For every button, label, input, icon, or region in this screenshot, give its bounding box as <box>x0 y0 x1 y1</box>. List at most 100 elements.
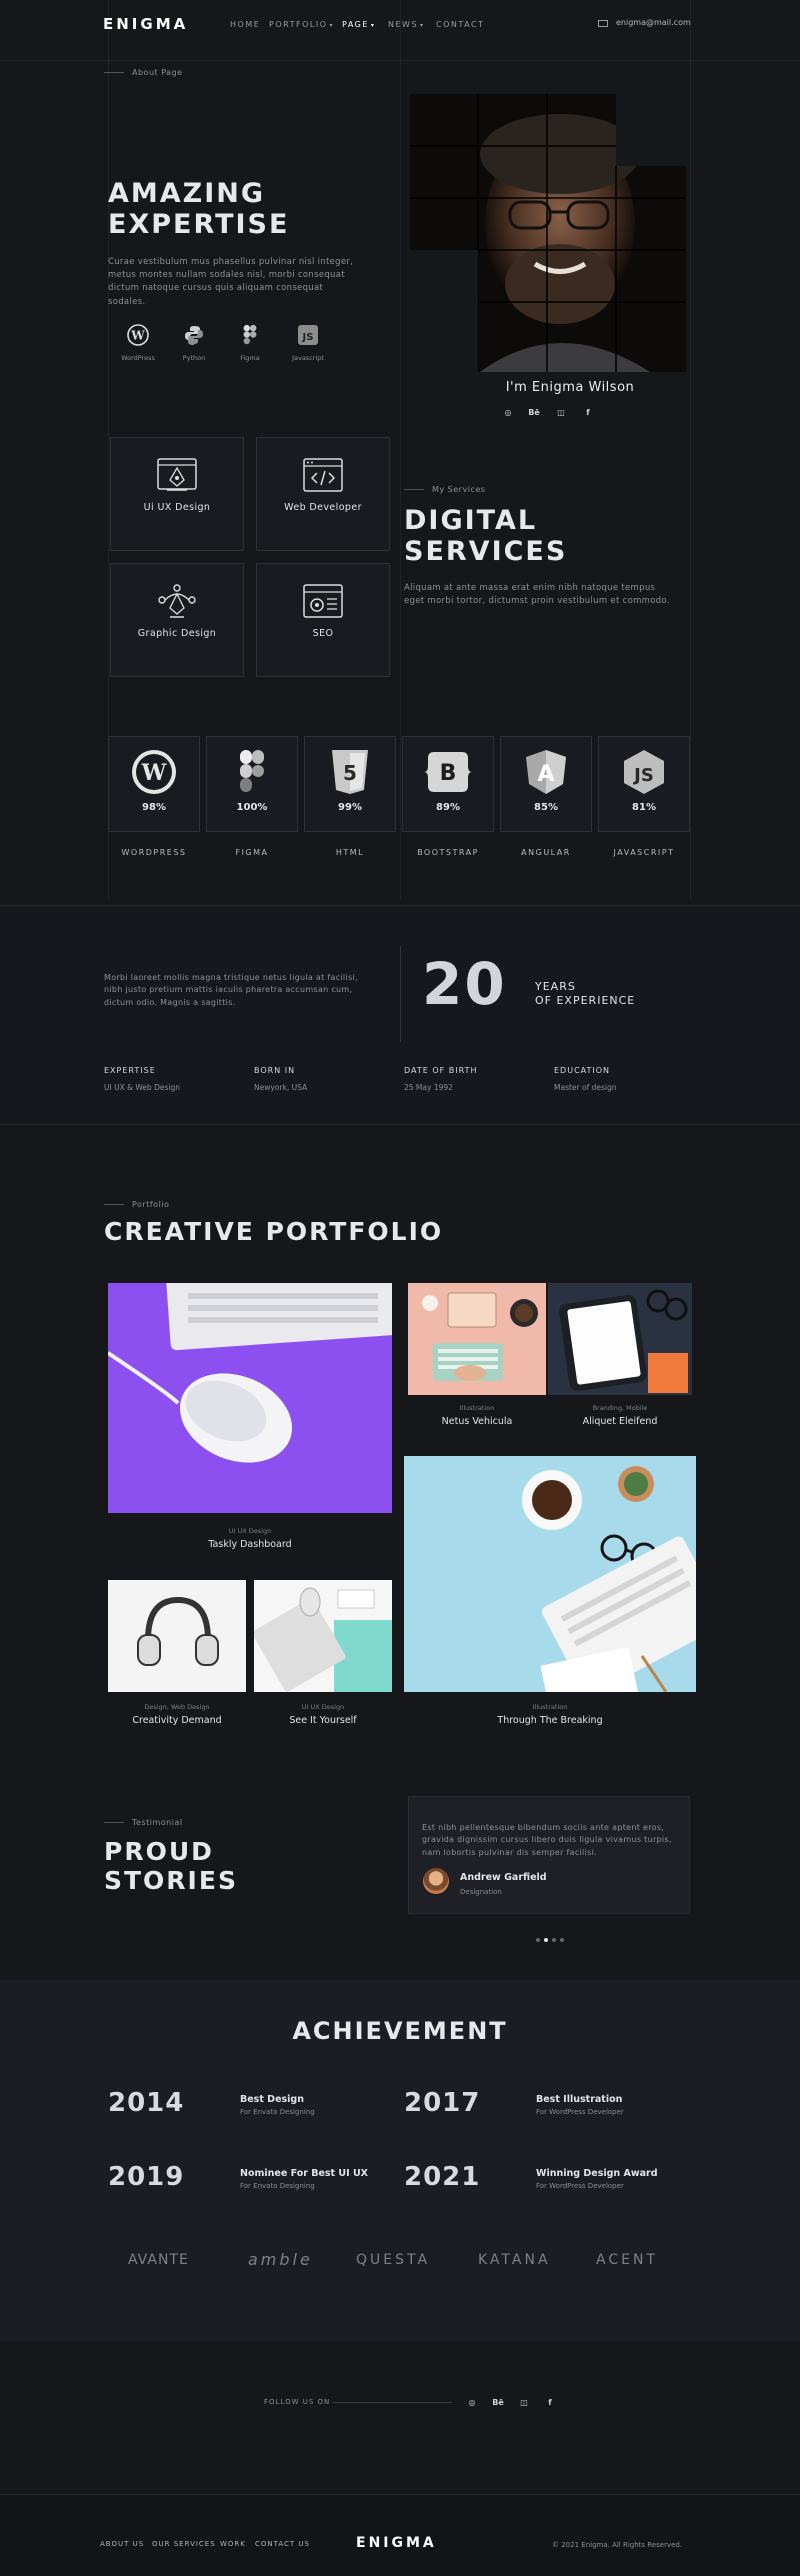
fact-expertise: EXPERTISE UI UX & Web Design <box>104 1066 180 1092</box>
portfolio-image-netus[interactable] <box>408 1283 546 1395</box>
seo-gear-icon <box>303 584 343 620</box>
service-card-ui-ux[interactable]: Ui UX Design <box>110 437 244 551</box>
hero-title: AMAZING EXPERTISE <box>108 178 290 241</box>
tool-python: Python <box>164 322 224 362</box>
footer-link-work[interactable]: WORK <box>220 2540 246 2548</box>
service-card-web-developer[interactable]: Web Developer <box>256 437 390 551</box>
achievement-2021: Winning Design Award For WordPress Develo… <box>536 2168 658 2190</box>
testimonial-quote: Est nibh pellentesque bibendum sociis an… <box>422 1823 672 1857</box>
svg-text:JS: JS <box>302 332 314 343</box>
achievement-year-2017: 2017 <box>404 2088 481 2118</box>
follow-label: FOLLOW US ON <box>264 2398 331 2406</box>
portfolio-caption-through: Illustration Through The Breaking <box>497 1703 603 1726</box>
chevron-down-icon: ▾ <box>370 22 376 29</box>
carousel-dot[interactable] <box>552 1938 556 1942</box>
profile-name: I'm Enigma Wilson <box>505 380 635 395</box>
brand-logo-acent: ACENT <box>596 2252 658 2268</box>
skill-angular: A 85% <box>500 736 592 832</box>
figma-icon <box>228 748 276 796</box>
skill-name-wordpress: WORDPRESS <box>121 848 187 857</box>
nav-page[interactable]: PAGE ▾ <box>342 20 375 29</box>
brand-logo-avante: AVANTE <box>128 2252 189 2268</box>
service-card-seo[interactable]: SEO <box>256 563 390 677</box>
nav-portfolio[interactable]: PORTFOLIO ▾ <box>269 20 334 29</box>
chevron-down-icon: ▾ <box>329 22 335 29</box>
skill-wordpress: W 98% <box>108 736 200 832</box>
testimonial-eyebrow: Testimonial <box>104 1818 183 1827</box>
figma-icon <box>237 322 263 348</box>
skill-html: 5 99% <box>304 736 396 832</box>
portfolio-eyebrow: Portfolio <box>104 1200 169 1209</box>
hero-eyebrow: About Page <box>104 68 183 77</box>
svg-text:JS: JS <box>632 765 654 786</box>
facebook-icon[interactable]: f <box>582 406 594 418</box>
carousel-dot-active[interactable] <box>544 1938 548 1942</box>
portfolio-image-through[interactable] <box>404 1456 696 1692</box>
years-label: YEARS OF EXPERIENCE <box>535 980 636 1008</box>
angular-icon: A <box>522 748 570 796</box>
avatar <box>423 1868 449 1894</box>
footer-link-contact[interactable]: CONTACT US <box>255 2540 310 2548</box>
profile-photo <box>410 94 686 372</box>
footer-link-services[interactable]: OUR SERVICES <box>152 2540 216 2548</box>
facebook-icon[interactable]: f <box>544 2396 556 2408</box>
nav-news[interactable]: NEWS ▾ <box>388 20 425 29</box>
footer-link-about[interactable]: ABOUT US <box>100 2540 144 2548</box>
hero-description: Curae vestibulum mus phasellus pulvinar … <box>108 257 354 307</box>
header-email[interactable]: enigma@mail.com <box>616 18 691 27</box>
service-card-graphic-design[interactable]: Graphic Design <box>110 563 244 677</box>
svg-text:W: W <box>141 760 167 786</box>
behance-icon[interactable]: Bē <box>492 2396 504 2408</box>
chevron-down-icon: ▾ <box>420 22 425 29</box>
portfolio-caption-see-it: UI UX Design See It Yourself <box>289 1703 357 1726</box>
testimonial-title: PROUD STORIES <box>104 1837 238 1895</box>
tool-javascript: JS Javascript <box>278 322 338 362</box>
portfolio-image-aliquet[interactable] <box>548 1283 692 1395</box>
portfolio-caption-taskly: UI UX Design Taskly Dashboard <box>208 1527 292 1550</box>
footer-copyright: © 2021 Enigma. All Rights Reserved. <box>552 2541 683 2549</box>
experience-text: Morbi laoreet mollis magna tristique net… <box>104 973 358 1007</box>
javascript-icon: JS <box>295 322 321 348</box>
instagram-icon[interactable]: ◫ <box>518 2396 530 2408</box>
fact-date-of-birth: DATE OF BIRTH 25 May 1992 <box>404 1066 478 1092</box>
vector-path-icon <box>157 584 197 620</box>
behance-icon[interactable]: Bē <box>528 406 540 418</box>
svg-text:W: W <box>130 329 145 343</box>
skill-name-figma: FIGMA <box>235 848 269 857</box>
footer-logo[interactable]: ENIGMA <box>356 2535 437 2551</box>
site-logo[interactable]: ENIGMA <box>103 15 188 33</box>
achievement-year-2021: 2021 <box>404 2162 481 2192</box>
tool-figma: Figma <box>220 322 280 362</box>
skill-javascript: JS 81% <box>598 736 690 832</box>
portfolio-image-taskly[interactable] <box>108 1283 392 1513</box>
skill-name-html: HTML <box>335 848 365 857</box>
testimonial-author: Andrew Garfield <box>460 1872 547 1883</box>
code-window-icon <box>303 458 343 494</box>
html5-icon: 5 <box>326 748 374 796</box>
years-number: 20 <box>422 950 507 1018</box>
services-description: Aliquam at ante massa erat enim nibh nat… <box>404 583 670 607</box>
tool-wordpress: W WordPress <box>108 322 168 362</box>
achievement-2014: Best Design For Envato Designing <box>240 2094 315 2116</box>
python-icon <box>181 322 207 348</box>
carousel-dots <box>536 1938 564 1942</box>
portfolio-image-see-it[interactable] <box>254 1580 392 1692</box>
skill-name-angular: ANGULAR <box>521 848 571 857</box>
javascript-icon: JS <box>620 748 668 796</box>
dribbble-icon[interactable]: ◎ <box>466 2396 478 2408</box>
experience-divider <box>400 946 401 1042</box>
dribbble-icon[interactable]: ◎ <box>502 406 514 418</box>
nav-contact[interactable]: CONTACT <box>436 20 484 29</box>
brand-logo-amble: amble <box>248 2250 313 2269</box>
services-title: DIGITAL SERVICES <box>404 505 568 568</box>
bootstrap-icon: B <box>424 748 472 796</box>
carousel-dot[interactable] <box>536 1938 540 1942</box>
portfolio-image-creativity[interactable] <box>108 1580 246 1692</box>
nav-home[interactable]: HOME <box>230 20 260 29</box>
fact-born-in: BORN IN Newyork, USA <box>254 1066 308 1092</box>
carousel-dot[interactable] <box>560 1938 564 1942</box>
wordpress-icon: W <box>125 322 151 348</box>
fact-education: EDUCATION Master of design <box>554 1066 617 1092</box>
instagram-icon[interactable]: ◫ <box>555 406 567 418</box>
wordpress-icon: W <box>130 748 178 796</box>
